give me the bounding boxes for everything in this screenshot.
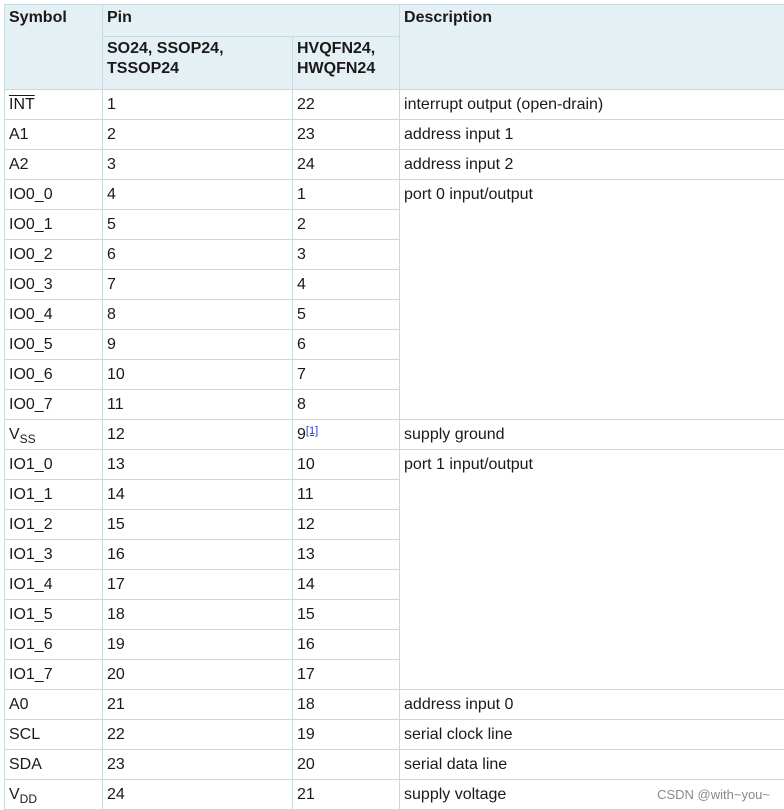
- footnote-link[interactable]: [1]: [306, 425, 318, 437]
- header-description: Description: [399, 4, 784, 90]
- pin2-cell: 12: [291, 509, 401, 540]
- table-row: SDA 23 20 serial data line: [4, 749, 784, 780]
- pin2-cell: 8: [291, 389, 401, 420]
- symbol-cell: IO1_1: [4, 479, 103, 510]
- description-cell: address input 2: [399, 149, 784, 180]
- symbol-cell: IO1_3: [4, 539, 103, 570]
- symbol-cell: IO1_5: [4, 599, 103, 630]
- pin1-cell: 7: [102, 269, 293, 300]
- pin2-cell: 13: [291, 539, 401, 570]
- description-cell: port 1 input/output: [399, 449, 784, 690]
- symbol-cell: A0: [4, 689, 103, 720]
- pin-description-table: Symbol Pin Description SO24, SSOP24, TSS…: [4, 4, 784, 810]
- pin2-cell: 18: [291, 689, 401, 720]
- header-package-hvqfn24: HVQFN24, HWQFN24: [291, 36, 401, 90]
- symbol-cell: INT: [4, 89, 103, 120]
- pin2-cell: 7: [291, 359, 401, 390]
- symbol-cell: IO0_0: [4, 179, 103, 210]
- symbol-cell: VDD: [4, 779, 103, 810]
- symbol-cell: IO1_6: [4, 629, 103, 660]
- pin1-cell: 19: [102, 629, 293, 660]
- table-row: A2 3 24 address input 2: [4, 149, 784, 180]
- pin2-cell: 16: [291, 629, 401, 660]
- table-row: IO0_0 4 1 port 0 input/output: [4, 179, 784, 420]
- pin1-cell: 13: [102, 449, 293, 480]
- pin1-cell: 4: [102, 179, 293, 210]
- pin1-cell: 2: [102, 119, 293, 150]
- symbol-cell: IO1_7: [4, 659, 103, 690]
- description-cell: interrupt output (open-drain): [399, 89, 784, 120]
- pin1-cell: 1: [102, 89, 293, 120]
- header-package-so24: SO24, SSOP24, TSSOP24: [102, 36, 293, 90]
- symbol-cell: VSS: [4, 419, 103, 450]
- header-symbol: Symbol: [4, 4, 103, 90]
- pin2-cell: 23: [291, 119, 401, 150]
- symbol-cell: IO1_2: [4, 509, 103, 540]
- pin2-cell: 5: [291, 299, 401, 330]
- pin1-cell: 23: [102, 749, 293, 780]
- symbol-cell: A1: [4, 119, 103, 150]
- description-cell: serial clock line: [399, 719, 784, 750]
- symbol-cell: IO0_3: [4, 269, 103, 300]
- pin1-cell: 17: [102, 569, 293, 600]
- description-cell: address input 0: [399, 689, 784, 720]
- pin2-cell: 6: [291, 329, 401, 360]
- symbol-cell: SCL: [4, 719, 103, 750]
- pin1-cell: 14: [102, 479, 293, 510]
- pin1-cell: 20: [102, 659, 293, 690]
- pin1-cell: 24: [102, 779, 293, 810]
- header-pin: Pin: [101, 4, 401, 37]
- pin2-cell: 2: [291, 209, 401, 240]
- pin2-cell: 22: [291, 89, 401, 120]
- watermark: CSDN @with~you~: [657, 787, 770, 802]
- pin1-cell: 11: [102, 389, 293, 420]
- pin2-cell: 24: [291, 149, 401, 180]
- pin2-cell: 17: [291, 659, 401, 690]
- pin2-cell: 4: [291, 269, 401, 300]
- table-row: IO1_0 13 10 port 1 input/output: [4, 449, 784, 690]
- pin2-cell: 10: [291, 449, 401, 480]
- pin2-cell: 19: [291, 719, 401, 750]
- table-row: INT 1 22 interrupt output (open-drain): [4, 89, 784, 120]
- description-cell: port 0 input/output: [399, 179, 784, 420]
- description-cell: address input 1: [399, 119, 784, 150]
- pin2-cell: 15: [291, 599, 401, 630]
- symbol-cell: IO0_2: [4, 239, 103, 270]
- table-row: A0 21 18 address input 0: [4, 689, 784, 720]
- symbol-cell: IO0_4: [4, 299, 103, 330]
- pin2-cell: 20: [291, 749, 401, 780]
- pin1-cell: 3: [102, 149, 293, 180]
- pin1-cell: 9: [102, 329, 293, 360]
- table-row: SCL 22 19 serial clock line: [4, 719, 784, 750]
- symbol-cell: IO0_6: [4, 359, 103, 390]
- symbol-cell: IO1_0: [4, 449, 103, 480]
- symbol-cell: IO0_7: [4, 389, 103, 420]
- symbol-cell: A2: [4, 149, 103, 180]
- description-cell: serial data line: [399, 749, 784, 780]
- pin2-cell: 21: [291, 779, 401, 810]
- pin1-cell: 8: [102, 299, 293, 330]
- symbol-cell: IO0_5: [4, 329, 103, 360]
- symbol-cell: IO0_1: [4, 209, 103, 240]
- pin1-cell: 16: [102, 539, 293, 570]
- pin1-cell: 18: [102, 599, 293, 630]
- pin2-cell: 11: [291, 479, 401, 510]
- table-row: VSS 12 9[1] supply ground: [4, 419, 784, 450]
- pin1-cell: 5: [102, 209, 293, 240]
- pin1-cell: 21: [102, 689, 293, 720]
- description-cell: supply ground: [399, 419, 784, 450]
- pin1-cell: 22: [102, 719, 293, 750]
- pin2-cell: 9[1]: [291, 419, 401, 450]
- pin1-cell: 15: [102, 509, 293, 540]
- pin2-cell: 3: [291, 239, 401, 270]
- pin2-cell: 14: [291, 569, 401, 600]
- pin1-cell: 12: [102, 419, 293, 450]
- symbol-cell: SDA: [4, 749, 103, 780]
- pin1-cell: 6: [102, 239, 293, 270]
- pin2-cell: 1: [291, 179, 401, 210]
- symbol-cell: IO1_4: [4, 569, 103, 600]
- pin1-cell: 10: [102, 359, 293, 390]
- table-row: A1 2 23 address input 1: [4, 119, 784, 150]
